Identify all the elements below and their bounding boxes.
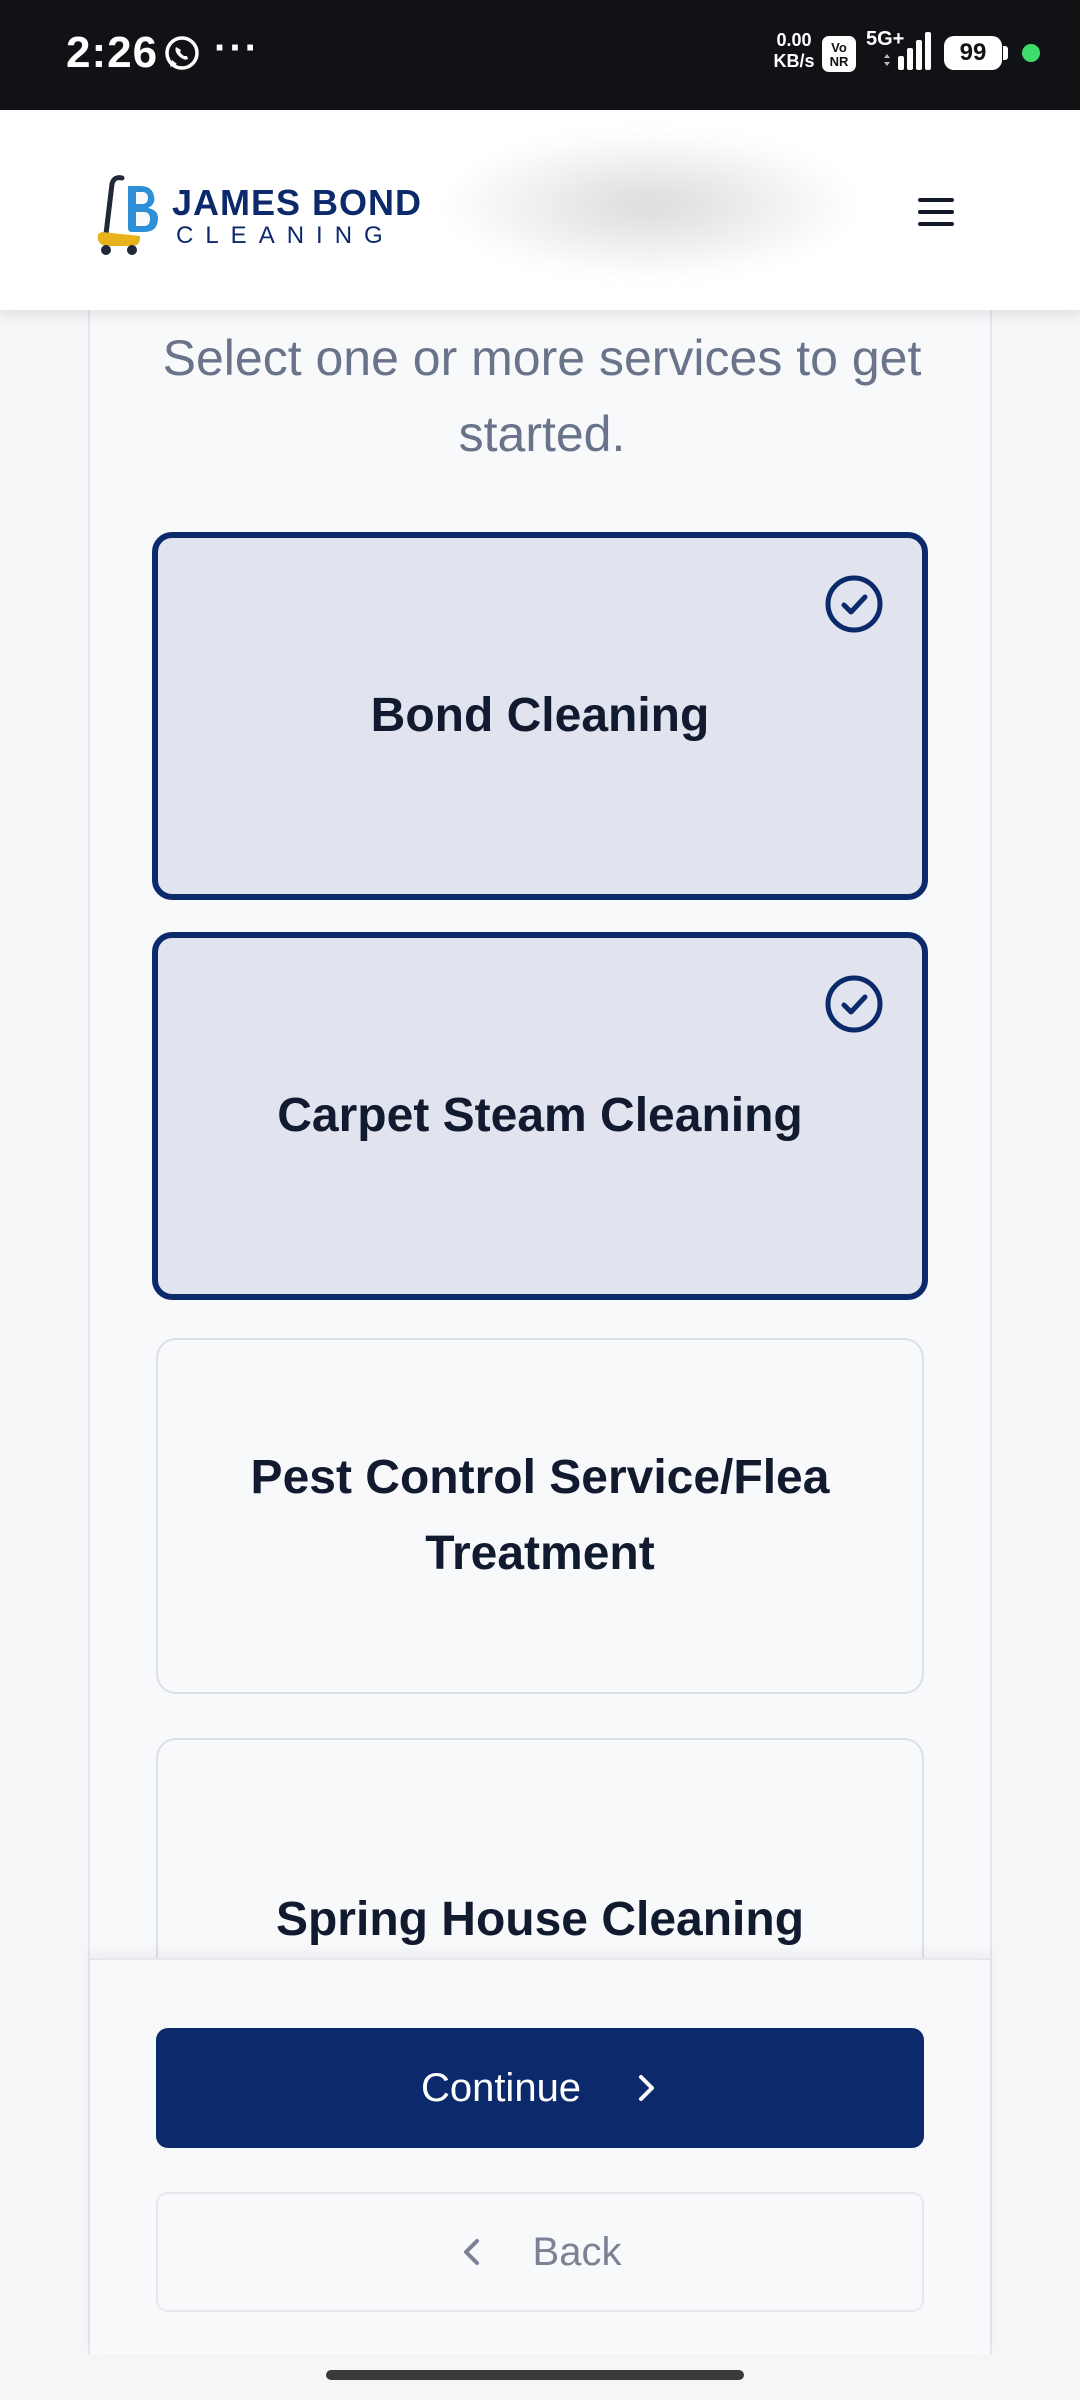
page-subtitle: Select one or more services to get start… — [162, 330, 922, 462]
continue-button-label: Continue — [420, 2065, 582, 2110]
check-circle-icon — [825, 975, 883, 1033]
brand-name: JAMES BOND — [172, 182, 423, 223]
privacy-indicator-dot — [1022, 44, 1040, 62]
hamburger-menu-icon[interactable] — [900, 182, 970, 242]
more-notifications-icon: ··· — [214, 26, 260, 70]
menu-line — [918, 198, 954, 202]
brand-tagline: CLEANING — [176, 222, 395, 249]
check-circle-icon — [825, 575, 883, 633]
service-card-bond-cleaning[interactable]: Bond Cleaning — [152, 532, 928, 900]
chevron-right-icon — [639, 2075, 655, 2101]
whatsapp-icon — [165, 36, 199, 70]
status-time: 2:26 — [66, 28, 159, 77]
chevron-left-icon — [463, 2239, 479, 2265]
service-card-pest-control[interactable]: Pest Control Service/Flea Treatment — [156, 1338, 924, 1694]
service-card-label: Bond Cleaning — [370, 689, 710, 742]
app-header: JAMES BOND CLEANING — [0, 110, 1080, 310]
battery-tip — [1003, 46, 1008, 60]
battery-icon: 99 — [944, 36, 1002, 70]
service-card-carpet-steam-cleaning[interactable]: Carpet Steam Cleaning — [152, 932, 928, 1300]
network-speed: 0.00 KB/s — [766, 30, 822, 72]
blurred-region — [440, 130, 860, 280]
network-speed-unit: KB/s — [773, 51, 815, 71]
signal-icon — [884, 32, 931, 70]
service-card-label: Spring House Cleaning — [275, 1893, 805, 1946]
volte-line-1: Vo — [831, 40, 847, 55]
menu-line — [918, 222, 954, 226]
back-button-label: Back — [532, 2229, 622, 2274]
volte-line-2: NR — [829, 54, 849, 69]
vacuum-logo-icon — [97, 175, 158, 255]
back-button[interactable]: Back — [156, 2192, 924, 2312]
volte-badge: Vo NR — [822, 36, 856, 72]
brand-logo[interactable]: JAMES BOND CLEANING — [92, 170, 422, 260]
network-speed-value: 0.00 — [776, 30, 812, 50]
status-bar: 2:26 ··· 0.00 KB/s Vo NR 5G+ 99 — [0, 0, 1080, 110]
continue-button[interactable]: Continue — [156, 2028, 924, 2148]
home-indicator[interactable] — [326, 2370, 744, 2380]
service-card-label: Carpet Steam Cleaning — [277, 1089, 803, 1142]
action-footer: Continue Back — [90, 1958, 990, 2355]
service-card-label: Pest Control Service/Flea Treatment — [250, 1451, 830, 1580]
menu-line — [918, 210, 954, 214]
